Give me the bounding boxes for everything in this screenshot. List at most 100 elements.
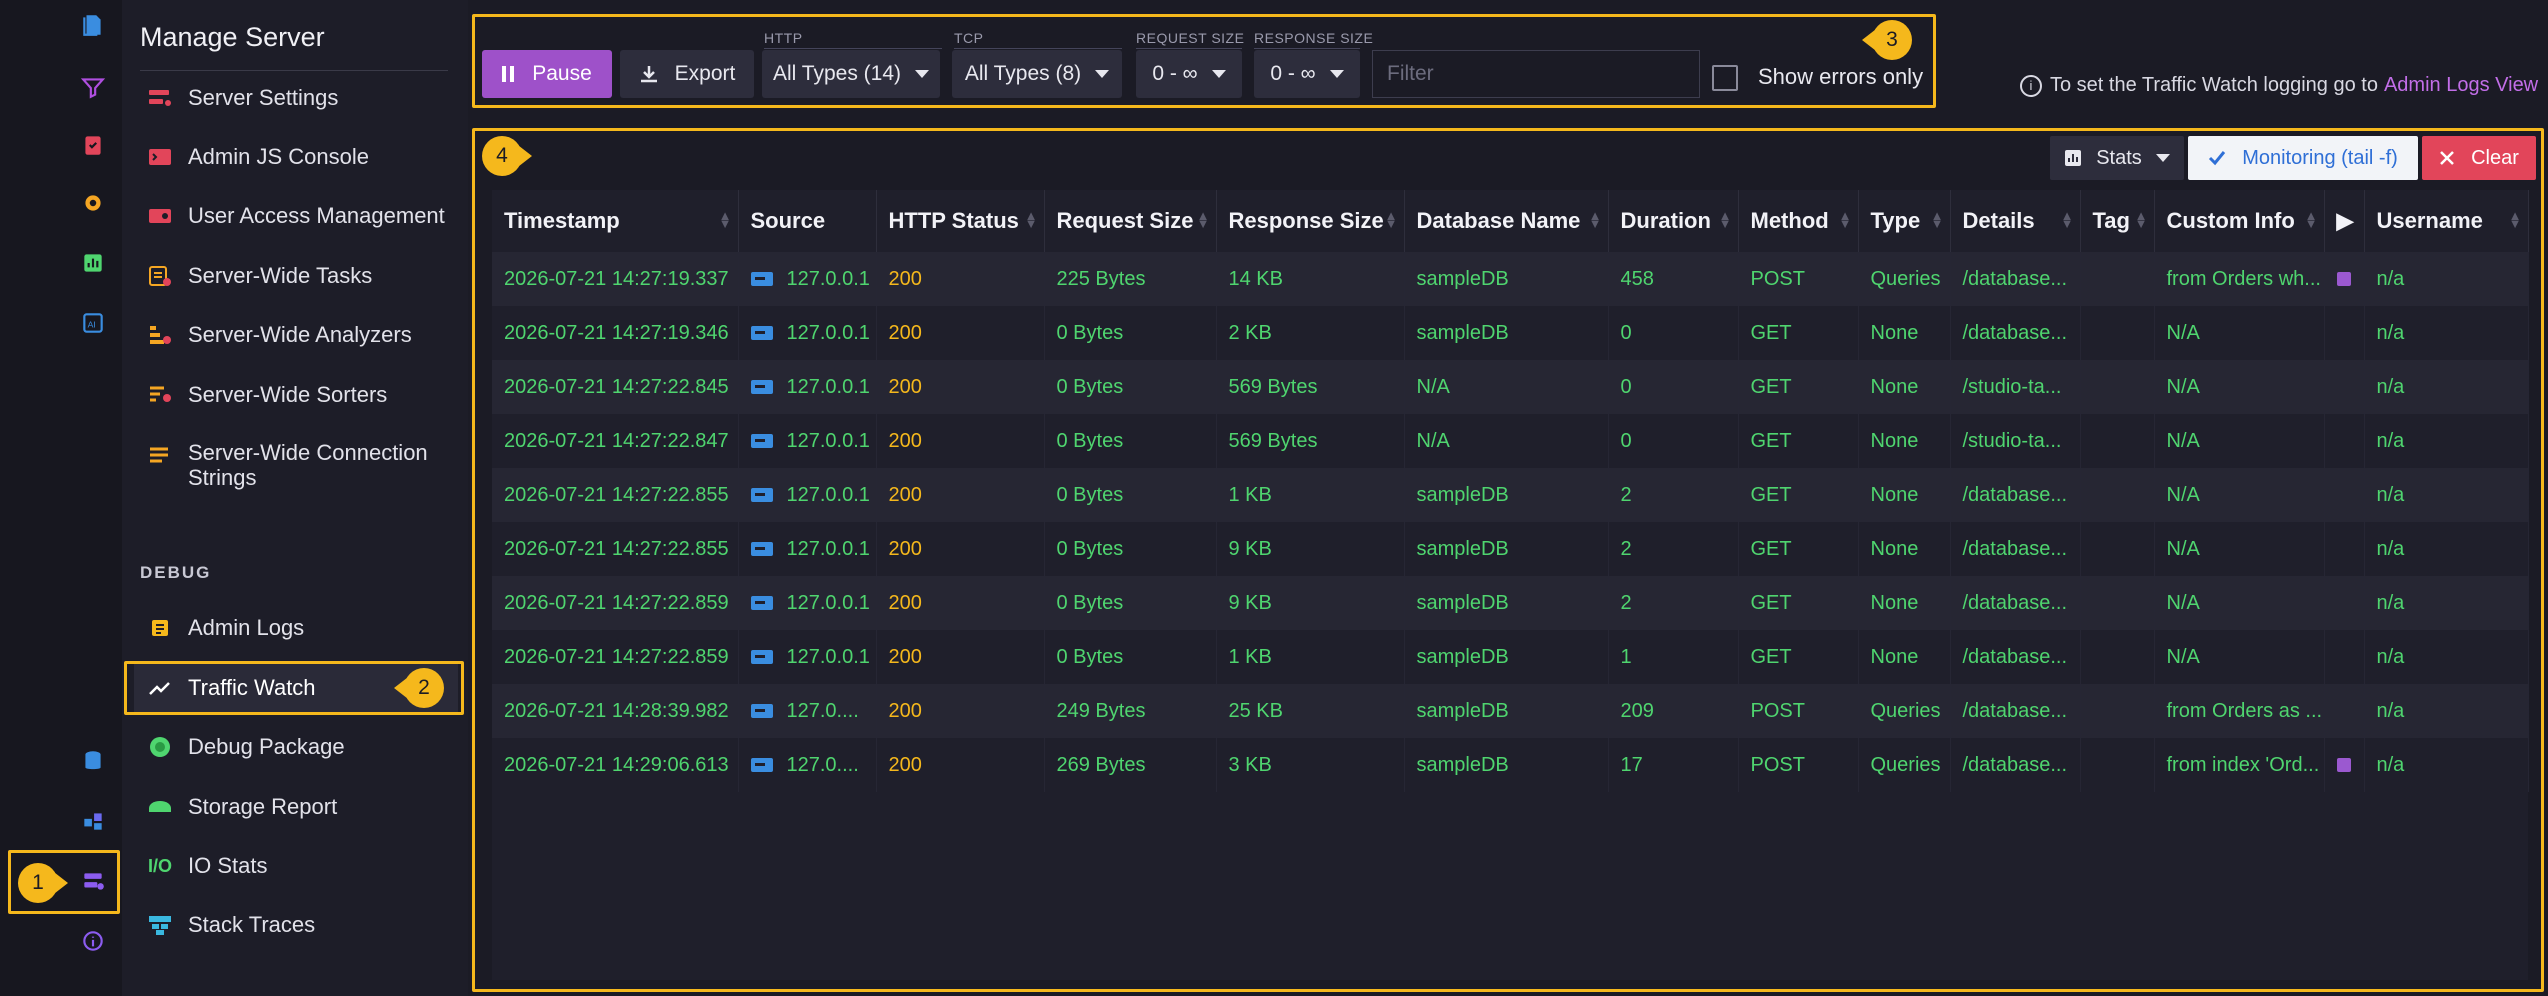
filter-input[interactable] [1372,50,1700,98]
stats-dropdown-button[interactable]: Stats [2050,136,2184,180]
manage-server-rail-icon[interactable] [76,864,110,898]
col-header-database-name[interactable]: Database Name ▲ ▼ [1404,190,1609,252]
cell-method: GET [1738,576,1859,630]
cell-database-name: sampleDB [1404,522,1609,576]
chevron-down-icon [1211,70,1226,78]
cell-type: None [1858,306,1951,360]
sidebar-item-server-wide-tasks[interactable]: Server-Wide Tasks [134,252,458,300]
table-row[interactable]: 2026-07-21 14:27:22.859 127.0.0.1 200 0 Byt… [492,630,2529,684]
cell-details: /database... [1950,468,2081,522]
databases-rail-icon[interactable] [76,744,110,778]
cell-custom-info: N/A [2154,306,2325,360]
cell-database-name: sampleDB [1404,576,1609,630]
sidebar-item-label: IO Stats [188,853,268,878]
show-errors-checkbox[interactable] [1712,65,1738,91]
http-type-dropdown[interactable]: All Types (14) [762,50,940,98]
col-header-source[interactable]: Source [738,190,877,252]
cell-response-size: 25 KB [1216,684,1405,738]
cell-type: None [1858,576,1951,630]
cell-query-icon [2324,522,2365,576]
table-row[interactable]: 2026-07-21 14:27:22.847 127.0.0.1 200 0 Byt… [492,414,2529,468]
source-device-icon [750,434,773,449]
cell-method: POST [1738,738,1859,792]
cell-method: GET [1738,414,1859,468]
sidebar-item-label: Storage Report [188,794,338,819]
sidebar-item-admin-js-console[interactable]: Admin JS Console [134,133,458,181]
col-header-type[interactable]: Type ▲ ▼ [1858,190,1951,252]
svg-text:AI: AI [88,319,96,329]
traffic-table-panel: Stats Monitoring (tail -f) Clear Timesta… [476,130,2542,992]
sidebar-item-server-settings[interactable]: Server Settings [134,74,458,122]
traffic-table: Timestamp ▲ ▼ Source HTTP Status ▲ ▼ Request… [492,190,2529,792]
source-text: 127.0.0.1 [786,483,870,506]
indexes-icon[interactable] [76,70,110,104]
cell-database-name: sampleDB [1404,684,1609,738]
request-size-dropdown[interactable]: 0 - ∞ [1136,50,1242,98]
cell-type: None [1858,360,1951,414]
sidebar-item-storage-report[interactable]: Storage Report [134,783,458,831]
chevron-down-icon [915,70,929,78]
sidebar-item-debug-package[interactable]: Debug Package [134,723,458,771]
col-header-tag[interactable]: Tag ▲ ▼ [2080,190,2155,252]
request-size-value: 0 - ∞ [1152,62,1198,85]
admin-logs-view-link[interactable]: Admin Logs View [2384,74,2538,97]
sidebar-item-connection-strings[interactable]: Server-Wide Connection Strings [134,440,458,496]
cell-method: GET [1738,522,1859,576]
col-header-request-size[interactable]: Request Size ▲ ▼ [1044,190,1217,252]
tcp-type-dropdown[interactable]: All Types (8) [952,50,1122,98]
source-device-icon [750,596,773,611]
pause-button[interactable]: Pause [482,50,612,98]
column-label: Details [1962,208,2035,233]
column-label: Type [1870,208,1921,233]
documents-icon[interactable] [76,8,110,42]
response-size-dropdown[interactable]: 0 - ∞ [1254,50,1360,98]
callout-badge-4: 4 [482,136,532,176]
table-row[interactable]: 2026-07-21 14:27:19.346 127.0.0.1 200 0 Byt… [492,306,2529,360]
col-header-method[interactable]: Method ▲ ▼ [1738,190,1859,252]
clear-button[interactable]: Clear [2422,136,2536,180]
column-label: HTTP Status [888,208,1019,233]
col-header-custom-info[interactable]: Custom Info ▲ ▼ [2154,190,2325,252]
monitoring-toggle-button[interactable]: Monitoring (tail -f) [2188,136,2418,180]
sidebar-item-label: Server-Wide Sorters [188,382,388,407]
ai-rail-icon[interactable]: AI [76,306,110,340]
col-header-response-size[interactable]: Response Size ▲ ▼ [1216,190,1405,252]
export-label: Export [674,62,736,85]
query-timings-icon[interactable] [2336,758,2351,773]
table-row[interactable]: 2026-07-21 14:27:22.859 127.0.0.1 200 0 Byt… [492,576,2529,630]
sidebar-item-admin-logs[interactable]: Admin Logs [134,604,458,652]
settings-gear-icon[interactable] [76,186,110,220]
sidebar-item-io-stats[interactable]: I/O IO Stats [134,842,458,890]
table-row[interactable]: 2026-07-21 14:27:22.845 127.0.0.1 200 0 Byt… [492,360,2529,414]
cell-http-status: 200 [876,252,1045,306]
cell-username: n/a [2364,306,2529,360]
table-row[interactable]: 2026-07-21 14:28:39.982 127.0.... 200 249 B… [492,684,2529,738]
sidebar-item-stack-traces[interactable]: Stack Traces [134,901,458,949]
export-button[interactable]: Export [620,50,754,98]
cell-details: /studio-ta... [1950,360,2081,414]
source-device-icon [750,380,773,395]
query-timings-icon[interactable] [2336,272,2351,287]
table-row[interactable]: 2026-07-21 14:27:19.337 127.0.0.1 200 225 B… [492,252,2529,306]
about-info-icon[interactable] [76,924,110,958]
stack-traces-icon [146,913,174,937]
stats-rail-icon[interactable] [76,246,110,280]
cell-details: /database... [1950,576,2081,630]
cell-tag [2080,414,2155,468]
cluster-rail-icon[interactable] [76,804,110,838]
col-header-duration[interactable]: Duration ▲ ▼ [1608,190,1739,252]
col-header-play[interactable]: ▶ [2324,190,2365,252]
col-header-details[interactable]: Details ▲ ▼ [1950,190,2081,252]
tcp-filter-label: TCP [954,30,984,46]
table-row[interactable]: 2026-07-21 14:27:22.855 127.0.0.1 200 0 Byt… [492,522,2529,576]
sidebar-item-server-wide-sorters[interactable]: Server-Wide Sorters [134,371,458,419]
col-header-username[interactable]: Username ▲ ▼ [2364,190,2529,252]
sidebar-item-user-access[interactable]: User Access Management [134,192,458,240]
callout-number: 2 [404,668,444,708]
col-header-http-status[interactable]: HTTP Status ▲ ▼ [876,190,1045,252]
table-row[interactable]: 2026-07-21 14:29:06.613 127.0.... 200 269 B… [492,738,2529,792]
col-header-timestamp[interactable]: Timestamp ▲ ▼ [492,190,739,252]
sidebar-item-server-wide-analyzers[interactable]: Server-Wide Analyzers [134,311,458,359]
tasks-rail-icon[interactable] [76,128,110,162]
table-row[interactable]: 2026-07-21 14:27:22.855 127.0.0.1 200 0 Byt… [492,468,2529,522]
